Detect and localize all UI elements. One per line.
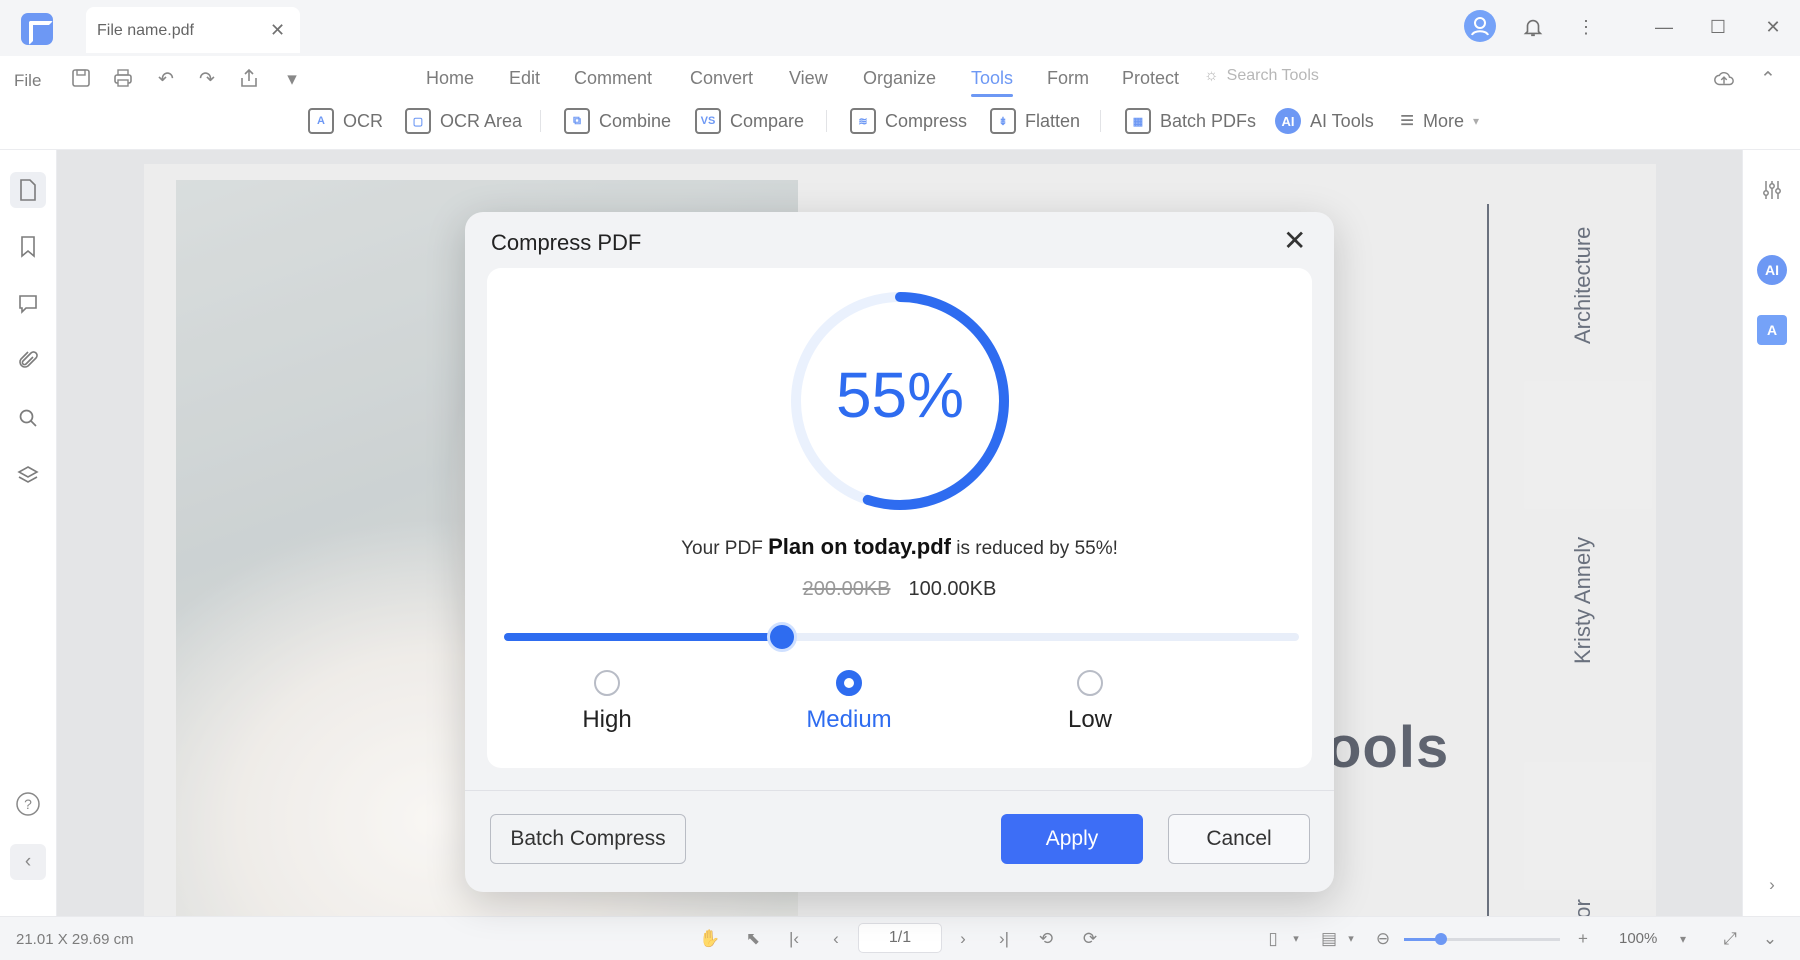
file-size-comparison: 200.00KB 100.00KB (487, 578, 1312, 601)
radio-low[interactable] (1077, 670, 1103, 696)
level-label-high: High (582, 706, 632, 733)
level-option-low[interactable]: Low (1020, 670, 1160, 734)
compression-level-slider[interactable] (504, 622, 1299, 652)
level-option-medium[interactable]: Medium (779, 670, 919, 734)
compressed-file-size: 100.00KB (908, 578, 997, 600)
reduction-message-suffix: is reduced by 55%! (951, 538, 1118, 559)
compression-result-card: 55% Your PDF Plan on today.pdf is reduce… (487, 268, 1312, 768)
level-label-medium: Medium (806, 706, 892, 733)
compressed-file-name: Plan on today.pdf (768, 534, 951, 559)
dialog-title: Compress PDF (491, 230, 642, 255)
compression-slider-thumb[interactable] (767, 622, 798, 652)
compression-percentage: 55% (835, 359, 965, 431)
dialog-footer-divider (465, 790, 1334, 791)
batch-compress-button[interactable]: Batch Compress (490, 814, 686, 864)
reduction-message: Your PDF Plan on today.pdf is reduced by… (487, 534, 1312, 560)
dialog-close-icon[interactable]: ✕ (1283, 226, 1306, 256)
level-option-high[interactable]: High (537, 670, 677, 734)
original-file-size: 200.00KB (802, 578, 891, 600)
reduction-message-prefix: Your PDF (681, 538, 769, 559)
cancel-button[interactable]: Cancel (1168, 814, 1310, 864)
apply-button[interactable]: Apply (1001, 814, 1143, 864)
radio-medium[interactable] (836, 670, 862, 696)
radio-high[interactable] (594, 670, 620, 696)
compress-pdf-dialog: Compress PDF ✕ 55% Your PDF Plan on toda… (465, 212, 1334, 892)
compression-slider-fill (504, 633, 783, 641)
level-label-low: Low (1067, 706, 1113, 733)
